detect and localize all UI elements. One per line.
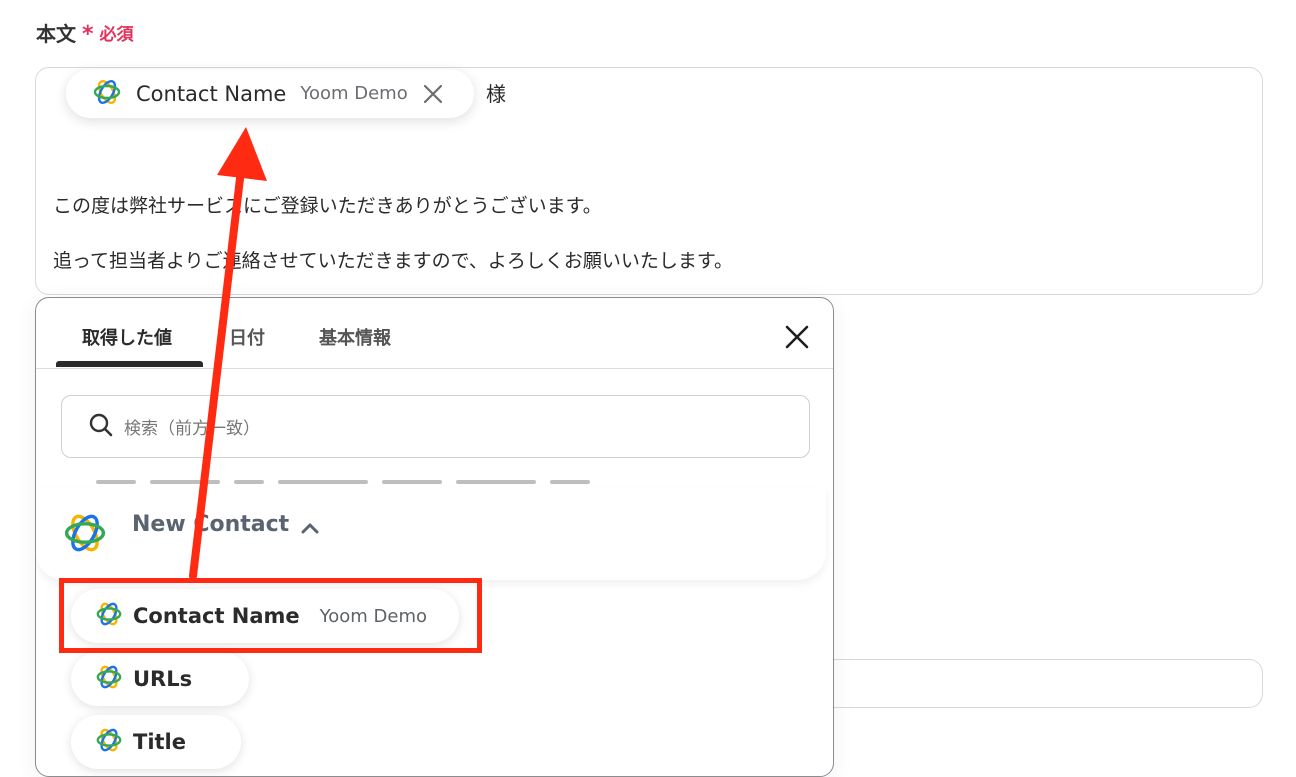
field-label-row: 本文 * 必須 — [36, 18, 134, 47]
search-icon — [88, 412, 114, 442]
honorific-text: 様 — [486, 82, 506, 106]
yoom-logo-icon — [62, 510, 108, 560]
close-icon[interactable] — [783, 323, 811, 351]
body-line-2: 追って担当者よりご連絡させていただきますので、よろしくお願いいたします。 — [53, 250, 734, 272]
close-icon[interactable] — [422, 83, 444, 105]
annotation-highlight-box — [59, 578, 482, 653]
tab-bar: 取得した値 日付 基本情報 — [36, 298, 833, 369]
required-label: 必須 — [99, 25, 134, 45]
tab-basic-info[interactable]: 基本情報 — [319, 324, 391, 350]
required-asterisk: * — [82, 21, 94, 47]
group-new-contact[interactable]: New Contact — [36, 488, 826, 580]
background-input-field[interactable] — [832, 659, 1263, 708]
yoom-logo-icon — [95, 663, 123, 695]
yoom-logo-icon — [95, 726, 123, 758]
tab-retrieved-values[interactable]: 取得した値 — [82, 324, 172, 350]
tab-date[interactable]: 日付 — [229, 324, 265, 350]
variable-item-urls[interactable]: URLs — [71, 652, 249, 706]
variable-item-title[interactable]: Title — [71, 715, 241, 769]
body-line-1: この度は弊社サービスにご登録いただきありがとうございます。 — [53, 195, 602, 217]
variable-item-name: Title — [133, 730, 187, 754]
group-title: New Contact — [132, 512, 290, 537]
chip-app-name: Yoom Demo — [300, 83, 408, 104]
inserted-variable-chip[interactable]: Contact Name Yoom Demo — [66, 69, 474, 118]
variable-picker-panel: 取得した値 日付 基本情報 検索（前方一致） New Contact Conta… — [35, 297, 834, 777]
active-tab-indicator — [56, 361, 203, 367]
chip-variable-name: Contact Name — [136, 81, 287, 106]
variable-item-name: URLs — [133, 667, 193, 691]
field-label: 本文 — [36, 22, 76, 46]
search-placeholder: 検索（前方一致） — [124, 419, 260, 439]
chevron-up-icon[interactable] — [300, 520, 320, 534]
search-input[interactable]: 検索（前方一致） — [61, 395, 810, 458]
yoom-logo-icon — [92, 77, 122, 111]
